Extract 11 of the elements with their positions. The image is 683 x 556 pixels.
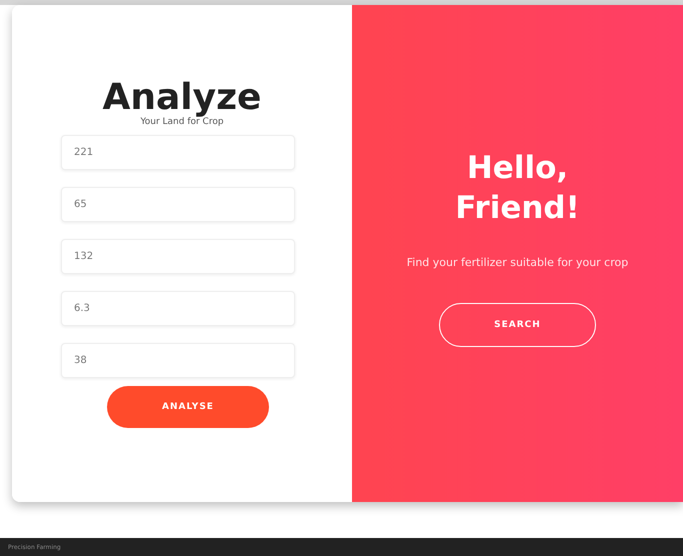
form-title: Analyze (102, 77, 262, 118)
input-field[interactable]: 221 (61, 135, 295, 170)
input-field[interactable]: 65 (61, 187, 295, 222)
input-field[interactable]: 132 (61, 239, 295, 274)
overlay-text: Find your fertilizer suitable for your crop (406, 255, 630, 271)
input-field[interactable]: 6.3 (61, 291, 295, 326)
input-field[interactable]: 38 (61, 343, 295, 378)
greeting-title: Hello, Friend! (455, 149, 580, 228)
analyse-button[interactable]: ANALYSE (107, 386, 269, 428)
search-button[interactable]: SEARCH (439, 303, 596, 347)
form-subtitle: Your Land for Crop (140, 117, 224, 127)
